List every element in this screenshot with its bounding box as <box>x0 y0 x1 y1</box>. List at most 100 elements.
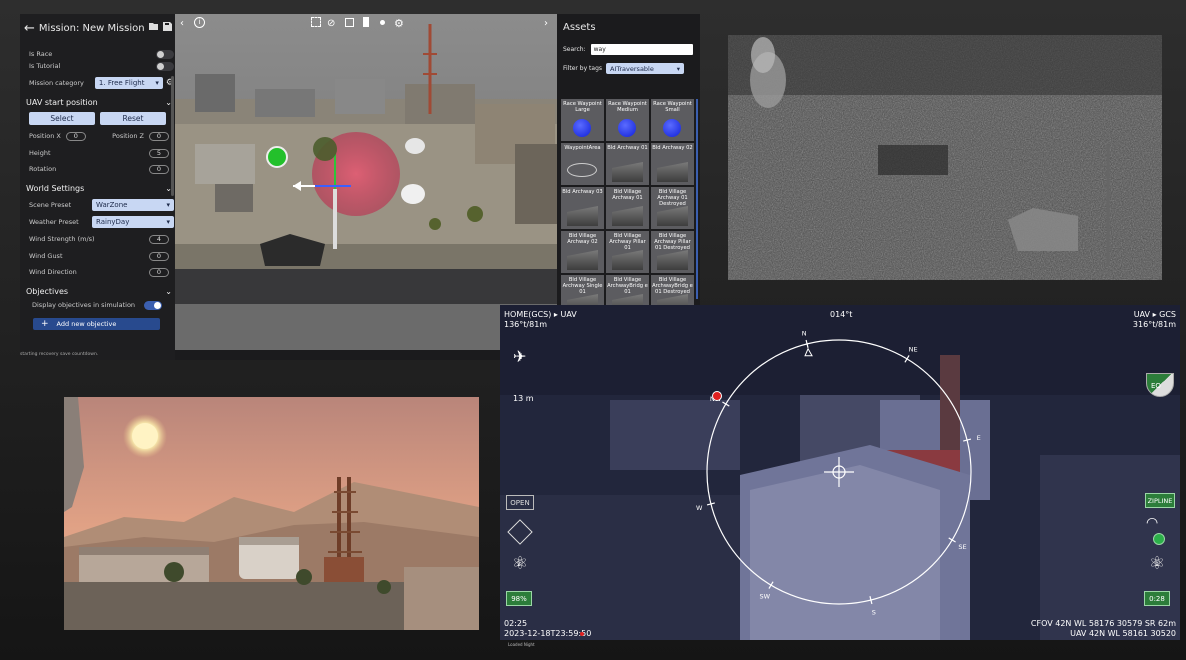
asset-tile-label: Race Waypoint Small <box>653 101 692 113</box>
thermal-scene <box>728 35 1162 280</box>
compass-tick <box>904 355 910 363</box>
mission-time: 02:25 <box>504 619 528 628</box>
compass-tick <box>948 537 956 543</box>
is-race-toggle[interactable] <box>156 49 174 59</box>
altitude-readout: 13 m <box>513 394 534 403</box>
wind-direction-label: Wind Direction <box>29 268 77 276</box>
compass-label: W <box>696 504 703 512</box>
gear-icon[interactable]: ⚙ <box>394 17 404 30</box>
filter-tags-select[interactable]: AITraversable ▾ <box>606 63 684 74</box>
assets-scrollbar[interactable] <box>696 99 698 299</box>
uav-to-gcs-label: UAV ▸ GCS <box>1133 310 1176 319</box>
airplane-icon[interactable]: ✈ <box>513 347 526 366</box>
eye-off-icon[interactable]: ⊘ <box>327 18 335 29</box>
asset-tile[interactable]: WaypointArea <box>561 143 604 185</box>
height-field[interactable]: 5 <box>149 148 169 158</box>
uav-start-heading: UAV start position <box>26 98 98 107</box>
recording-dot-icon <box>580 632 584 636</box>
wifi-signal-icon: ◠ <box>1146 515 1159 531</box>
fullscreen-icon[interactable] <box>311 17 321 27</box>
archway-model-icon <box>657 162 688 182</box>
reset-position-button[interactable]: Reset <box>100 112 166 125</box>
position-x-field[interactable]: 0 <box>65 131 86 141</box>
scene-preset-row: Scene Preset WarZone ▾ <box>29 199 174 211</box>
asset-tile[interactable]: Race Waypoint Large <box>561 99 604 141</box>
asset-tile[interactable]: Bld Village ArchwayBridg e 01 <box>606 275 649 305</box>
save-icon[interactable] <box>162 22 172 34</box>
mission-category-select[interactable]: 1. Free Flight ▾ <box>94 77 163 89</box>
rotation-field[interactable]: 0 <box>149 164 169 174</box>
hud-footer-status: Loaded Night <box>508 642 535 647</box>
right-counter: 1 <box>1155 561 1159 568</box>
archway-model-icon <box>612 206 643 226</box>
asset-tile[interactable]: Bld Village ArchwayBridg e 01 Destroyed <box>651 275 694 305</box>
viewport-toolbar: ‹ i ⊘ ⚙ › <box>175 14 557 32</box>
asset-tile-label: Bld Archway 01 <box>607 145 648 151</box>
asset-tile[interactable]: Bld Village Archway 01 <box>606 187 649 229</box>
display-objectives-row: Display objectives in simulation <box>32 299 162 311</box>
plus-icon: + <box>41 319 49 329</box>
weather-preset-label: Weather Preset <box>29 218 79 226</box>
zipline-button[interactable]: ZIPLINE <box>1145 493 1175 508</box>
recording-target-icon <box>712 391 722 401</box>
select-position-button[interactable]: Select <box>29 112 95 125</box>
objectives-section-header[interactable]: Objectives ⌄ <box>26 287 172 296</box>
dot-icon[interactable] <box>380 20 385 25</box>
asset-tile[interactable]: Bld Village Archway 01 Destroyed <box>651 187 694 229</box>
asset-tile[interactable]: Bld Village Archway 02 <box>561 231 604 273</box>
chevron-down-icon: ⌄ <box>165 287 172 296</box>
info-icon[interactable]: i <box>194 17 205 28</box>
asset-tile[interactable]: Bld Village Archway Single 01 <box>561 275 604 305</box>
uav-position-readout: UAV 42N WL 58161 30520 <box>1070 629 1176 638</box>
phone-view-icon[interactable] <box>363 17 369 27</box>
is-race-label: Is Race <box>29 50 53 58</box>
folder-open-icon[interactable] <box>148 22 159 34</box>
add-objective-button[interactable]: + Add new objective <box>33 318 160 330</box>
back-arrow-icon[interactable]: ← <box>24 21 35 36</box>
square-view-icon[interactable] <box>345 18 354 27</box>
wind-strength-row: Wind Strength (m/s) 4 <box>29 233 169 245</box>
asset-tile[interactable]: Bld Village Archway Pillar 01 Destroyed <box>651 231 694 273</box>
wind-strength-field[interactable]: 4 <box>149 234 169 244</box>
mission-settings-panel: ← Mission: New Mission Is Race Is Tutori… <box>20 14 175 360</box>
asset-tile[interactable]: Bld Archway 01 <box>606 143 649 185</box>
scene-preset-value: WarZone <box>96 201 128 209</box>
compass-label: S <box>872 609 876 617</box>
datetime-readout: 2023-12-18T23:59:50 <box>504 629 592 638</box>
world-settings-heading: World Settings <box>26 184 85 193</box>
archway-model-icon <box>567 206 598 226</box>
is-race-row: Is Race <box>29 48 174 60</box>
green-status-dot <box>1153 533 1165 545</box>
chevron-right-icon[interactable]: › <box>544 18 548 29</box>
waypoint-sphere-icon <box>663 119 681 137</box>
cfov-readout: CFOV 42N WL 58176 30579 SR 62m <box>1030 619 1176 628</box>
compass-label: NE <box>909 346 918 354</box>
panel-scrollbar[interactable] <box>171 76 174 196</box>
is-tutorial-toggle[interactable] <box>156 61 174 71</box>
wind-direction-field[interactable]: 0 <box>149 267 169 277</box>
asset-tile[interactable]: Bld Archway 02 <box>651 143 694 185</box>
battery-indicator: 98% <box>506 591 532 606</box>
position-row: Position X 0 Position Z 0 <box>29 130 169 142</box>
scene-preset-select[interactable]: WarZone ▾ <box>92 199 174 211</box>
wind-gust-field[interactable]: 0 <box>149 251 169 261</box>
asset-tile[interactable]: Bld Archway 03 <box>561 187 604 229</box>
open-button[interactable]: OPEN <box>506 495 534 510</box>
asset-tile[interactable]: Race Waypoint Small <box>651 99 694 141</box>
uav-start-section-header[interactable]: UAV start position ⌄ <box>26 98 172 107</box>
asset-tile[interactable]: Bld Village Archway Pillar 01 <box>606 231 649 273</box>
weather-preset-select[interactable]: RainyDay ▾ <box>92 216 174 228</box>
asset-tile-label: Race Waypoint Large <box>563 101 602 113</box>
position-z-field[interactable]: 0 <box>149 131 169 141</box>
filter-tags-value: AITraversable <box>610 64 654 73</box>
mission-category-value: 1. Free Flight <box>98 79 145 87</box>
desert-scene-view <box>64 397 479 630</box>
chevron-left-icon[interactable]: ‹ <box>180 18 184 29</box>
scene-viewport[interactable]: ‹ i ⊘ ⚙ › <box>175 14 557 350</box>
chevron-down-icon: ▾ <box>166 201 170 209</box>
asset-tile[interactable]: Race Waypoint Medium <box>606 99 649 141</box>
display-objectives-toggle[interactable] <box>144 300 162 310</box>
asset-tile-label: WaypointArea <box>564 145 601 151</box>
world-settings-section-header[interactable]: World Settings ⌄ <box>26 184 172 193</box>
assets-search-input[interactable]: way <box>590 44 693 55</box>
